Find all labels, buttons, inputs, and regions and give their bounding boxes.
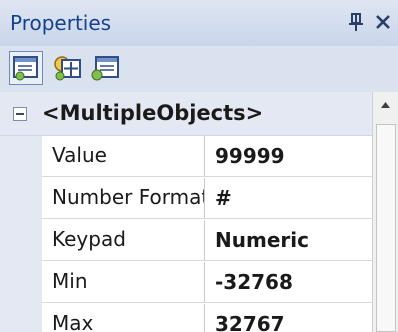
pin-button[interactable] <box>345 9 367 35</box>
property-value-cell[interactable]: # <box>205 178 372 219</box>
add-property-button[interactable] <box>50 51 84 85</box>
property-pages-button[interactable] <box>88 51 122 85</box>
property-pages-icon <box>91 56 119 81</box>
pin-icon <box>349 13 363 31</box>
property-value-cell[interactable]: -32768 <box>205 262 372 303</box>
property-row-max[interactable]: Max 32767 <box>42 304 372 332</box>
property-name-cell: Value <box>42 136 205 177</box>
properties-panel: Properties <MultipleObjects> Value 99999… <box>0 0 398 332</box>
property-row-number-format[interactable]: Number Format # <box>42 178 372 220</box>
property-row-min[interactable]: Min -32768 <box>42 262 372 304</box>
close-button[interactable] <box>372 8 396 36</box>
property-value: Numeric <box>215 228 309 252</box>
properties-toolbar <box>0 46 398 92</box>
property-name-cell: Min <box>42 262 205 303</box>
property-value-cell[interactable]: Numeric <box>205 220 372 261</box>
property-name: Number Format <box>52 185 205 209</box>
scroll-up-button[interactable] <box>373 92 398 118</box>
property-name: Keypad <box>52 227 126 251</box>
property-row-value[interactable]: Value 99999 <box>42 136 372 178</box>
property-name-cell: Number Format <box>42 178 205 219</box>
property-value-cell[interactable]: 32767 <box>205 304 372 332</box>
collapse-toggle[interactable] <box>13 107 27 121</box>
category-label: <MultipleObjects> <box>42 101 264 125</box>
properties-view-icon <box>13 56 38 81</box>
add-property-icon <box>54 56 81 81</box>
property-name: Value <box>52 143 107 167</box>
scroll-up-arrow-icon <box>381 102 390 108</box>
scroll-thumb[interactable] <box>376 124 396 332</box>
property-name-cell: Max <box>42 304 205 332</box>
panel-titlebar[interactable]: Properties <box>0 0 398 46</box>
property-name-cell: Keypad <box>42 220 205 261</box>
property-value: 99999 <box>215 144 285 168</box>
category-row[interactable]: <MultipleObjects> <box>0 92 372 136</box>
property-value: -32768 <box>215 270 293 294</box>
property-row-keypad[interactable]: Keypad Numeric <box>42 220 372 262</box>
properties-view-button[interactable] <box>9 51 43 85</box>
vertical-scrollbar[interactable] <box>372 92 398 332</box>
property-name: Min <box>52 269 88 293</box>
property-grid: <MultipleObjects> Value 99999 Number For… <box>0 92 372 332</box>
panel-title: Properties <box>10 11 112 35</box>
close-icon <box>376 15 390 29</box>
property-name: Max <box>52 311 94 332</box>
property-value: # <box>215 186 232 210</box>
property-value-cell[interactable]: 99999 <box>205 136 372 177</box>
property-value: 32767 <box>215 312 285 332</box>
